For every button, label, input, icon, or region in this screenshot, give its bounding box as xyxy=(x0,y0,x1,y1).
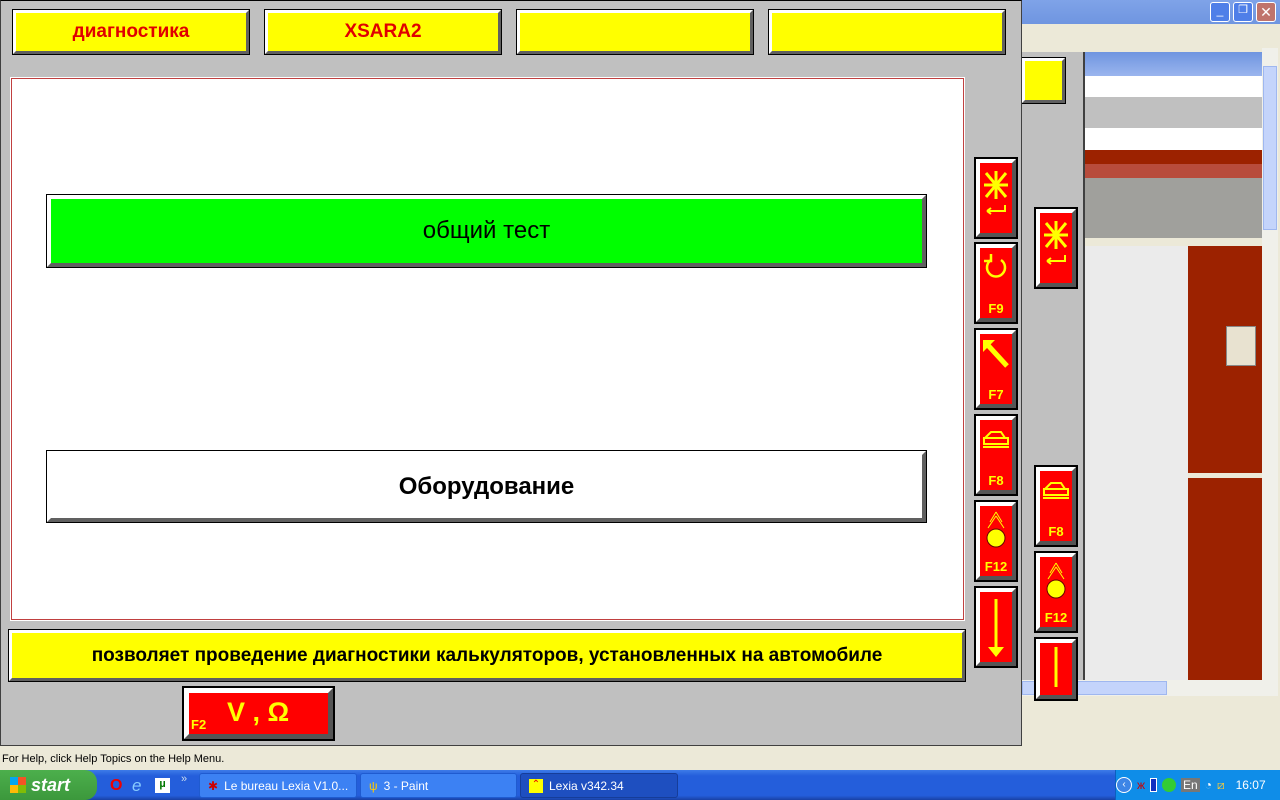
arrow-up-left-icon xyxy=(983,340,1009,368)
cancel-enter-icon xyxy=(984,171,1008,215)
maximize-button[interactable]: ❐ xyxy=(1233,2,1253,22)
top-button-4[interactable] xyxy=(768,9,1006,55)
network-icon[interactable] xyxy=(1162,778,1177,792)
band xyxy=(1085,150,1262,164)
band xyxy=(1085,128,1262,150)
band xyxy=(1085,164,1262,178)
windows-logo-icon xyxy=(10,777,26,793)
task-label: Lexia v342.34 xyxy=(549,778,624,793)
start-label: start xyxy=(31,774,71,795)
task-paint[interactable]: ψ 3 - Paint xyxy=(360,773,517,798)
measure-label: V , Ω xyxy=(227,697,290,727)
content-panel xyxy=(11,78,964,620)
close-button[interactable]: ✕ xyxy=(1256,2,1276,22)
band xyxy=(1085,97,1262,128)
label: общий тест xyxy=(422,217,551,244)
yellow-field xyxy=(1021,57,1066,104)
key-label: F12 xyxy=(984,559,1008,574)
top-button-vehicle[interactable]: XSARA2 xyxy=(264,9,502,55)
taskbar: start O e µ » ✱ Le bureau Lexia V1.0... ψ… xyxy=(0,770,1280,800)
opera-icon[interactable]: O xyxy=(110,777,122,795)
background-window: _ ❐ ✕ F8 F12 xyxy=(1000,0,1280,746)
communication-button[interactable]: F12 xyxy=(1034,551,1078,633)
battery-icon[interactable] xyxy=(1150,778,1158,792)
print-button[interactable]: F8 xyxy=(1034,465,1078,547)
internet-explorer-icon[interactable]: e xyxy=(132,776,141,796)
cancel-enter-icon xyxy=(1044,221,1068,265)
cancel-button[interactable] xyxy=(974,157,1018,239)
utorrent-icon[interactable]: µ xyxy=(155,778,170,793)
arrow-down-icon xyxy=(988,599,1004,657)
description-bar: позволяет проведение диагностики калькул… xyxy=(8,629,966,682)
band xyxy=(1085,76,1262,97)
undo-button[interactable]: F9 xyxy=(974,242,1018,324)
lexia-icon: ⌃ xyxy=(529,778,543,793)
globe-signal-icon xyxy=(1046,562,1066,599)
menu-item-general-test[interactable]: общий тест xyxy=(46,194,927,268)
task-lexia-desktop[interactable]: ✱ Le bureau Lexia V1.0... xyxy=(199,773,357,798)
app-icon: ✱ xyxy=(208,778,219,793)
background-lexia-panel: F8 F12 xyxy=(1021,52,1085,701)
label: Оборудование xyxy=(398,472,575,500)
status-text: For Help, click Help Topics on the Help … xyxy=(2,753,225,765)
down-button[interactable] xyxy=(1034,637,1078,701)
print-icon xyxy=(1042,482,1069,499)
red-panel xyxy=(1188,478,1262,680)
key-label: F2 xyxy=(191,717,207,732)
clock: 16:07 xyxy=(1235,778,1266,792)
next-button[interactable] xyxy=(974,586,1018,668)
label: XSARA2 xyxy=(344,21,422,42)
globe-signal-icon xyxy=(986,511,1006,548)
cancel-button[interactable] xyxy=(1034,207,1078,289)
band xyxy=(1085,178,1262,238)
lexia-window: диагностика XSARA2 общий тест Оборудован… xyxy=(0,0,1022,746)
show-hidden-icons-button[interactable]: ‹ xyxy=(1116,777,1132,793)
key-label: F12 xyxy=(1044,610,1068,625)
more-icon[interactable]: » xyxy=(181,773,187,785)
print-button[interactable]: F8 xyxy=(974,414,1018,496)
vertical-scrollbar[interactable] xyxy=(1262,48,1278,680)
key-label: F9 xyxy=(988,301,1004,316)
key-label: F8 xyxy=(988,473,1004,488)
paint-icon: ψ xyxy=(369,778,378,793)
task-label: Le bureau Lexia V1.0... xyxy=(224,778,349,793)
language-indicator[interactable]: En xyxy=(1181,778,1200,792)
key-label: F7 xyxy=(988,387,1004,402)
minimize-button[interactable]: _ xyxy=(1210,2,1230,22)
label: диагностика xyxy=(72,21,190,42)
scroll-thumb[interactable] xyxy=(1263,66,1277,230)
task-lexia[interactable]: ⌃ Lexia v342.34 xyxy=(520,773,678,798)
start-button[interactable]: start xyxy=(0,770,97,800)
system-tray: ‹ ж En ◔ ⧄ 16:07 xyxy=(1115,770,1280,800)
back-button[interactable]: F7 xyxy=(974,328,1018,410)
top-button-mode[interactable]: диагностика xyxy=(12,9,250,55)
task-label: 3 - Paint xyxy=(383,778,429,793)
arrow-down-icon xyxy=(1054,647,1058,687)
inner-title-bar xyxy=(1085,52,1262,76)
description-text: позволяет проведение диагностики калькул… xyxy=(91,644,883,666)
red-panel xyxy=(1188,246,1262,473)
undo-icon xyxy=(984,254,1007,278)
tray-app-icon[interactable]: ж xyxy=(1137,778,1145,792)
top-button-3[interactable] xyxy=(516,9,754,55)
computer-icon xyxy=(1226,326,1256,366)
communication-button[interactable]: F12 xyxy=(974,500,1018,582)
status-bar: For Help, click Help Topics on the Help … xyxy=(0,747,1280,770)
volume-icon[interactable]: ◔ xyxy=(1205,778,1212,792)
tray-tool-icon[interactable]: ⧄ xyxy=(1217,778,1225,793)
print-icon xyxy=(982,431,1009,448)
content-area xyxy=(1085,246,1188,680)
menu-item-equipment[interactable]: Оборудование xyxy=(46,450,927,523)
measure-button[interactable]: F2 V , Ω xyxy=(182,686,335,741)
key-label: F8 xyxy=(1048,524,1064,539)
